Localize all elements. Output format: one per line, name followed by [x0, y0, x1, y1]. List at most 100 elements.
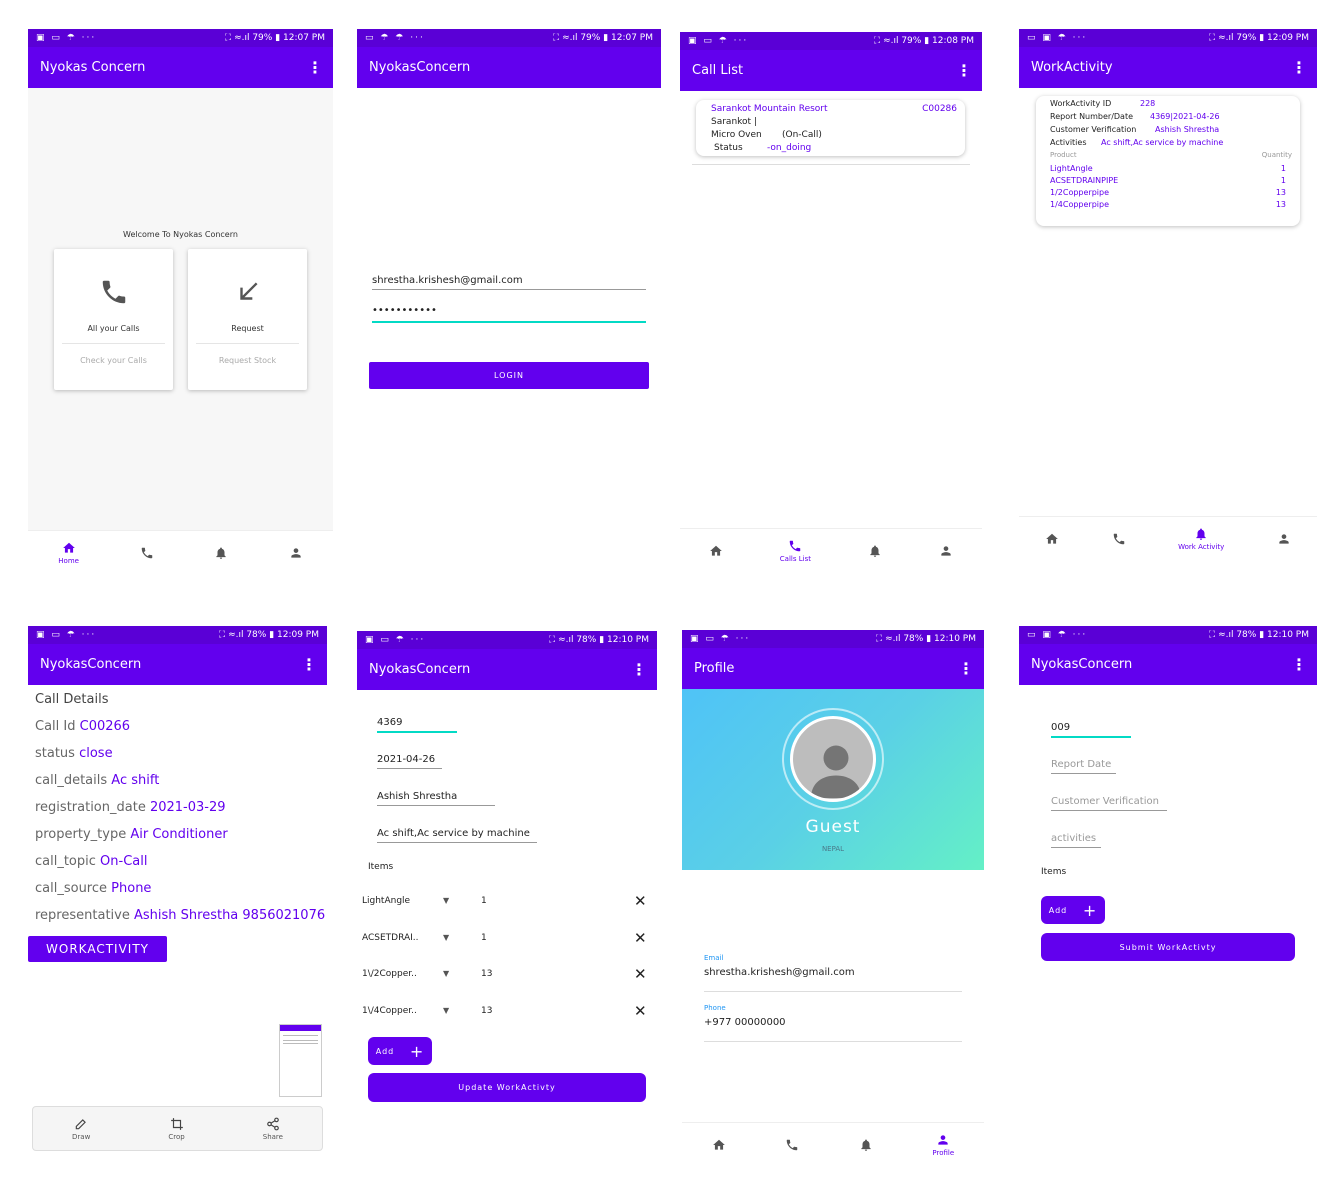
person-icon	[289, 546, 303, 560]
person-icon	[936, 1133, 950, 1147]
nav-calls[interactable]	[1112, 532, 1126, 546]
submit-workactivity-button[interactable]: Submit WorkActivty	[1041, 933, 1295, 961]
date-field[interactable]: 2021-04-26	[377, 754, 435, 765]
remove-item-icon[interactable]: ✕	[634, 929, 647, 947]
id-label: WorkActivity ID	[1050, 99, 1112, 108]
item-quantity[interactable]: 13	[481, 1006, 492, 1016]
app-title: Nyokas Concern	[40, 60, 146, 75]
nav-home[interactable]	[712, 1138, 726, 1152]
nav-home[interactable]	[1045, 532, 1059, 546]
add-item-button[interactable]: Add +	[368, 1037, 432, 1065]
bottom-nav: Profile	[682, 1122, 984, 1165]
email-field[interactable]: shrestha.krishesh@gmail.com	[372, 275, 523, 286]
arrow-down-left-icon	[240, 282, 258, 300]
work-activity-card[interactable]: WorkActivity ID 228 Report Number/Date 4…	[1036, 96, 1300, 226]
nav-notifications[interactable]	[859, 1138, 873, 1152]
nav-calls[interactable]: Calls List	[780, 539, 811, 563]
nav-home[interactable]: Home	[58, 541, 79, 565]
nav-notifications[interactable]	[868, 544, 882, 558]
screenshot-thumbnail[interactable]	[279, 1024, 322, 1097]
divider	[704, 1041, 962, 1042]
quantity-header: Quantity	[1261, 151, 1292, 159]
bell-icon	[1194, 527, 1208, 541]
nav-calls[interactable]	[140, 546, 154, 560]
item-product-select[interactable]: 1\/2Copper..	[362, 969, 417, 979]
app-title: NyokasConcern	[1031, 657, 1133, 672]
call-list-item[interactable]: Sarankot Mountain Resort C00286 Sarankot…	[696, 100, 965, 156]
password-field[interactable]: •••••••••••	[372, 305, 437, 316]
call-product: Micro Oven	[711, 130, 762, 140]
overflow-menu-icon[interactable]: ⋮	[631, 660, 647, 679]
date-underline	[1051, 773, 1116, 774]
login-button[interactable]: LOGIN	[369, 362, 649, 389]
nav-profile[interactable]	[939, 544, 953, 558]
items-label: Items	[368, 862, 394, 872]
email-value: shrestha.krishesh@gmail.com	[704, 967, 855, 978]
status-bar: ▭ ▣ ☂ ··· ⛶ ≈.ıl 79% ▮ 12:09 PM	[1019, 29, 1317, 47]
details-heading: Call Details	[35, 692, 109, 707]
item-product-select[interactable]: LightAngle	[362, 896, 410, 906]
report-number-field[interactable]: 4369	[377, 717, 402, 728]
card-subtitle: Request Stock	[218, 356, 277, 365]
customer-verification-field[interactable]: Customer Verification	[1051, 796, 1159, 807]
item-product-select[interactable]: 1\/4Copper..	[362, 1006, 417, 1016]
product-quantity: 1	[1280, 176, 1286, 185]
activities-value: Ac shift,Ac service by machine	[1101, 138, 1224, 147]
workactivity-button[interactable]: WORKACTIVITY	[28, 936, 167, 962]
overflow-menu-icon[interactable]: ⋮	[1291, 655, 1307, 674]
activities-field[interactable]: activities	[1051, 833, 1096, 844]
item-quantity[interactable]: 1	[481, 933, 487, 943]
phone-icon	[1112, 532, 1126, 546]
add-item-button[interactable]: Add +	[1041, 896, 1105, 924]
bottom-nav: Work Activity	[1019, 516, 1317, 560]
dropdown-arrow-icon[interactable]: ▼	[443, 896, 449, 905]
item-product-select[interactable]: ACSETDRAI..	[362, 933, 419, 943]
nav-profile[interactable]	[1277, 532, 1291, 546]
activities-field[interactable]: Ac shift,Ac service by machine	[377, 828, 530, 839]
overflow-menu-icon[interactable]: ⋮	[301, 655, 317, 674]
all-calls-card[interactable]: All your Calls Check your Calls	[54, 249, 173, 390]
crop-tool[interactable]: Crop	[168, 1117, 185, 1141]
overflow-menu-icon[interactable]: ⋮	[956, 61, 972, 80]
product-name: ACSETDRAINPIPE	[1050, 176, 1119, 185]
screen-work-activity: ▭ ▣ ☂ ··· ⛶ ≈.ıl 79% ▮ 12:09 PM WorkActiv…	[1019, 29, 1317, 574]
update-workactivity-button[interactable]: Update WorkActivty	[368, 1073, 646, 1102]
app-bar: NyokasConcern ⋮	[1019, 644, 1317, 685]
request-card[interactable]: Request Request Stock	[188, 249, 307, 390]
dropdown-arrow-icon[interactable]: ▼	[443, 1006, 449, 1015]
overflow-menu-icon[interactable]: ⋮	[307, 58, 323, 77]
nav-profile[interactable]: Profile	[932, 1133, 954, 1157]
share-tool[interactable]: Share	[263, 1117, 283, 1141]
nav-profile[interactable]	[289, 546, 303, 560]
dropdown-arrow-icon[interactable]: ▼	[443, 969, 449, 978]
app-bar: WorkActivity ⋮	[1019, 47, 1317, 88]
overflow-menu-icon[interactable]: ⋮	[1291, 58, 1307, 77]
bell-icon	[214, 546, 228, 560]
home-icon	[712, 1138, 726, 1152]
divider	[62, 343, 165, 344]
nav-calls[interactable]	[785, 1138, 799, 1152]
crop-icon	[170, 1117, 183, 1130]
screen-update-activity: ▣ ▭ ☂ ··· ⛶ ≈.ıl 78% ▮ 12:10 PM NyokasCon…	[357, 631, 657, 1111]
report-number-field[interactable]: 009	[1051, 722, 1070, 733]
product-quantity: 13	[1275, 188, 1286, 197]
bottom-nav: Calls List	[680, 528, 982, 572]
detail-value: Phone	[111, 881, 152, 896]
detail-label: status	[35, 746, 75, 761]
remove-item-icon[interactable]: ✕	[634, 892, 647, 910]
nav-home[interactable]	[709, 544, 723, 558]
nav-work-activity[interactable]: Work Activity	[1178, 527, 1224, 551]
app-bar: NyokasConcern	[357, 47, 661, 88]
item-quantity[interactable]: 13	[481, 969, 492, 979]
report-date-field[interactable]: Report Date	[1051, 759, 1111, 770]
customer-underline	[1051, 810, 1167, 811]
remove-item-icon[interactable]: ✕	[634, 965, 647, 983]
draw-tool[interactable]: Draw	[72, 1117, 90, 1141]
dropdown-arrow-icon[interactable]: ▼	[443, 933, 449, 942]
overflow-menu-icon[interactable]: ⋮	[958, 659, 974, 678]
item-quantity[interactable]: 1	[481, 896, 487, 906]
nav-notifications[interactable]	[214, 546, 228, 560]
customer-field[interactable]: Ashish Shrestha	[377, 791, 457, 802]
detail-value: Ashish Shrestha 9856021076	[133, 908, 326, 923]
remove-item-icon[interactable]: ✕	[634, 1002, 647, 1020]
